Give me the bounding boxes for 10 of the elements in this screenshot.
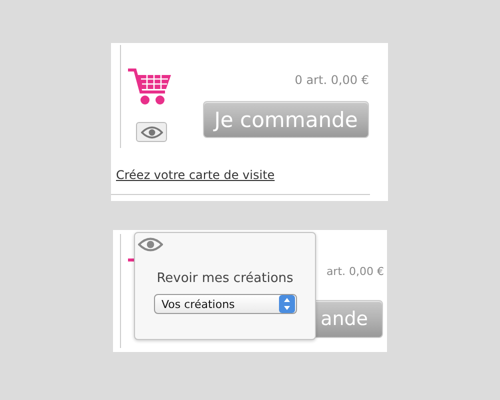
eye-icon — [138, 237, 163, 252]
business-card-link[interactable]: Créez votre carte de visite — [116, 168, 275, 182]
eye-icon — [140, 126, 162, 138]
preview-button[interactable] — [136, 122, 167, 142]
popover-title: Revoir mes créations — [156, 271, 294, 286]
cart-summary: 0 art. 0,00 € — [294, 73, 369, 87]
cart-icon[interactable] — [127, 68, 173, 105]
creations-select[interactable]: Vos créations — [154, 294, 296, 314]
stepper-icon — [278, 295, 294, 313]
cart-summary: art. 0,00 € — [326, 265, 384, 278]
